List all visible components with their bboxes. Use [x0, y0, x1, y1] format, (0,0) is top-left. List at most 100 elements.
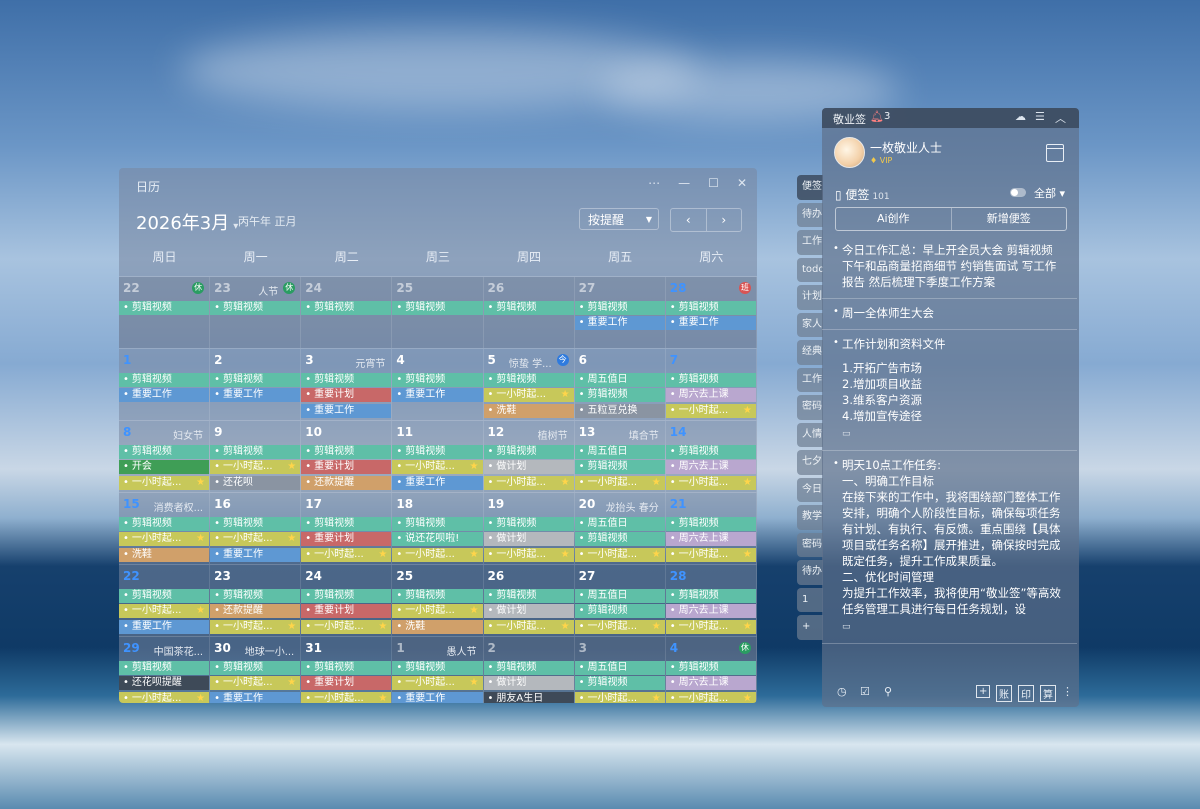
- event-item[interactable]: 一小时起... ★: [119, 532, 210, 547]
- event-item[interactable]: 剪辑视频: [119, 445, 210, 459]
- day-cell[interactable]: 25 剪辑视频一小时起... ★ 洗鞋: [392, 565, 484, 636]
- day-cell[interactable]: 4剪辑视频重要工作: [392, 349, 484, 420]
- event-item[interactable]: 周六去上课: [665, 460, 756, 475]
- day-cell[interactable]: 3周五值日剪辑视频一小时起... ★: [574, 637, 666, 703]
- event-item[interactable]: 重要工作: [392, 388, 483, 403]
- event-item[interactable]: 周五值日: [574, 517, 665, 531]
- event-item[interactable]: 一小时起... ★: [119, 475, 210, 490]
- event-item[interactable]: 一小时起... ★: [392, 460, 483, 475]
- category-tab[interactable]: 今日: [797, 477, 823, 502]
- event-item[interactable]: 剪辑视频: [574, 532, 665, 547]
- event-item[interactable]: 一小时起... ★: [665, 691, 756, 703]
- event-item[interactable]: 说还花呗啦!: [392, 532, 483, 547]
- event-item[interactable]: 一小时起... ★: [210, 676, 301, 691]
- day-cell[interactable]: 19 剪辑视频做计划一小时起... ★: [483, 493, 575, 564]
- category-tab[interactable]: 计划: [797, 285, 823, 310]
- event-item[interactable]: 剪辑视频: [665, 301, 756, 315]
- event-item[interactable]: 重要工作: [392, 475, 483, 490]
- event-item[interactable]: 周六去上课: [665, 676, 756, 691]
- event-item[interactable]: 剪辑视频: [392, 661, 483, 675]
- event-item[interactable]: 一小时起... ★: [301, 619, 392, 634]
- event-item[interactable]: 重要工作: [665, 316, 756, 331]
- ledger-button[interactable]: 账: [996, 685, 1012, 702]
- event-item[interactable]: 剪辑视频: [119, 301, 210, 315]
- event-item[interactable]: 剪辑视频: [483, 661, 574, 675]
- event-item[interactable]: 还花呗提醒: [119, 676, 210, 691]
- event-item[interactable]: 重要工作: [119, 388, 210, 403]
- event-item[interactable]: 周六去上课: [665, 532, 756, 547]
- event-item[interactable]: 一小时起... ★: [665, 619, 756, 634]
- event-item[interactable]: 一小时起... ★: [210, 619, 301, 634]
- collapse-icon[interactable]: ︿: [1055, 110, 1066, 126]
- toggle-switch[interactable]: [1010, 188, 1026, 197]
- category-tab[interactable]: +: [797, 615, 823, 640]
- note-item[interactable]: 今日工作汇总：早上开全员大会 剪辑视频 下午和品商量招商细节 约销售面试 写工作…: [822, 236, 1077, 299]
- event-item[interactable]: 重要工作: [210, 691, 301, 703]
- prev-month-button[interactable]: ‹: [671, 209, 707, 231]
- day-cell[interactable]: 15 消费者权... 剪辑视频一小时起... ★ 洗鞋: [119, 493, 211, 564]
- event-item[interactable]: 剪辑视频: [574, 676, 665, 691]
- day-cell[interactable]: 30 地球一小... 剪辑视频一小时起... ★ 重要工作: [210, 637, 302, 703]
- event-item[interactable]: 一小时起... ★: [119, 604, 210, 619]
- event-item[interactable]: 剪辑视频: [574, 301, 665, 315]
- day-cell[interactable]: 1 剪辑视频重要工作: [119, 349, 211, 420]
- calc-button[interactable]: 算: [1040, 685, 1056, 702]
- day-cell[interactable]: 24 剪辑视频: [301, 277, 393, 348]
- day-cell[interactable]: 28 剪辑视频周六去上课一小时起... ★: [665, 565, 757, 636]
- event-item[interactable]: 剪辑视频: [574, 460, 665, 475]
- event-item[interactable]: 周六去上课: [665, 388, 756, 403]
- event-item[interactable]: 一小时起... ★: [665, 403, 756, 418]
- event-item[interactable]: 剪辑视频: [392, 301, 483, 315]
- event-item[interactable]: 剪辑视频: [665, 445, 756, 459]
- day-cell[interactable]: 21 剪辑视频周六去上课一小时起... ★: [665, 493, 757, 564]
- event-item[interactable]: 重要计划: [301, 460, 392, 475]
- event-item[interactable]: 一小时起... ★: [210, 532, 301, 547]
- day-cell[interactable]: 14 剪辑视频周六去上课一小时起... ★: [665, 421, 757, 492]
- ai-create-button[interactable]: Ai创作: [836, 208, 952, 230]
- day-cell[interactable]: 18 剪辑视频说还花呗啦! 一小时起... ★: [392, 493, 484, 564]
- filter-select[interactable]: 全部 ▾: [1034, 185, 1065, 201]
- event-item[interactable]: 剪辑视频: [483, 589, 574, 603]
- day-cell[interactable]: 5 惊蛰 学... 今剪辑视频一小时起... ★ 洗鞋: [483, 349, 575, 420]
- next-month-button[interactable]: ›: [707, 209, 742, 231]
- event-item[interactable]: 剪辑视频: [483, 373, 574, 387]
- event-item[interactable]: 剪辑视频: [301, 517, 392, 531]
- event-item[interactable]: 还花呗: [210, 475, 301, 490]
- category-tab[interactable]: 待办: [797, 560, 823, 585]
- event-item[interactable]: 剪辑视频: [392, 373, 483, 387]
- event-item[interactable]: 周五值日: [574, 661, 665, 675]
- category-tab[interactable]: 密码: [797, 532, 823, 557]
- event-item[interactable]: 剪辑视频: [119, 517, 210, 531]
- event-item[interactable]: 重要工作: [392, 691, 483, 703]
- day-cell[interactable]: 23 剪辑视频还款提醒一小时起... ★: [210, 565, 302, 636]
- event-item[interactable]: 一小时起... ★: [574, 691, 665, 703]
- event-item[interactable]: 剪辑视频: [301, 589, 392, 603]
- event-item[interactable]: 一小时起... ★: [392, 676, 483, 691]
- event-item[interactable]: 一小时起... ★: [665, 547, 756, 562]
- event-item[interactable]: 剪辑视频: [483, 517, 574, 531]
- event-item[interactable]: 剪辑视频: [665, 661, 756, 675]
- category-tab[interactable]: 家人: [797, 312, 823, 337]
- category-tab[interactable]: todo: [797, 257, 823, 282]
- event-item[interactable]: 重要工作: [210, 388, 301, 403]
- event-item[interactable]: 剪辑视频: [210, 445, 301, 459]
- day-cell[interactable]: 29 中国茶花... 剪辑视频还花呗提醒一小时起... ★: [119, 637, 211, 703]
- event-item[interactable]: 剪辑视频: [210, 301, 301, 315]
- day-cell[interactable]: 4 休剪辑视频周六去上课一小时起... ★: [665, 637, 757, 703]
- category-tab[interactable]: 七夕: [797, 450, 823, 475]
- day-cell[interactable]: 1 愚人节剪辑视频一小时起... ★ 重要工作: [392, 637, 484, 703]
- category-tab[interactable]: 经典: [797, 340, 823, 365]
- category-tab[interactable]: 教学: [797, 505, 823, 530]
- event-item[interactable]: 剪辑视频: [301, 661, 392, 675]
- category-tab[interactable]: 待办: [797, 202, 823, 227]
- event-item[interactable]: 剪辑视频: [301, 373, 392, 387]
- search-icon[interactable]: ⚲: [884, 685, 892, 698]
- category-tab[interactable]: 便签: [797, 175, 823, 200]
- event-item[interactable]: 剪辑视频: [392, 517, 483, 531]
- day-cell[interactable]: 8 妇女节剪辑视频开会一小时起... ★: [119, 421, 211, 492]
- event-item[interactable]: 剪辑视频: [119, 589, 210, 603]
- event-item[interactable]: 一小时起... ★: [574, 619, 665, 634]
- day-cell[interactable]: 6周五值日剪辑视频五粒豆兑换: [574, 349, 666, 420]
- day-cell[interactable]: 27 周五值日剪辑视频一小时起... ★: [574, 565, 666, 636]
- event-item[interactable]: 一小时起... ★: [574, 475, 665, 490]
